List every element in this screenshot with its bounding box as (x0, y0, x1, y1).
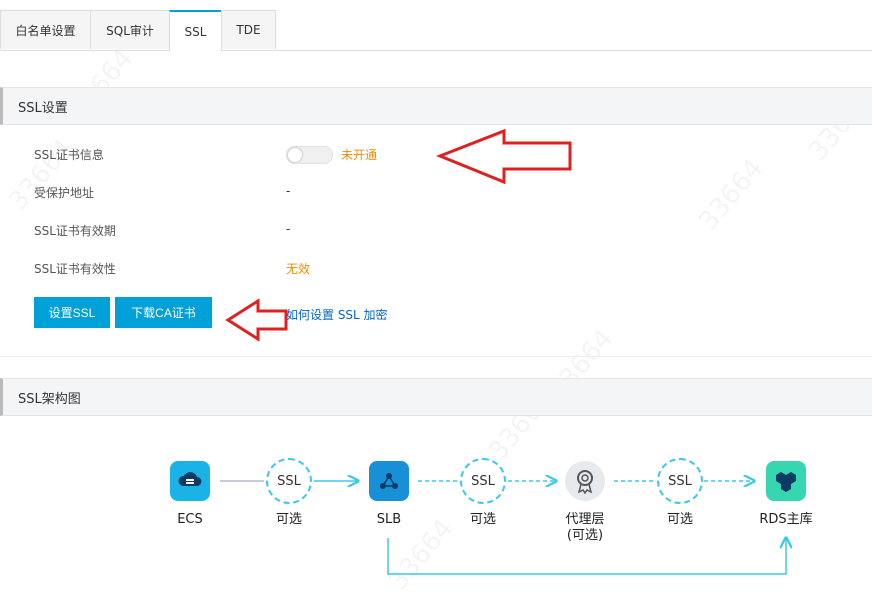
ssl-help-link[interactable]: 如何设置 SSL 加密 (286, 306, 388, 323)
validity-value: 无效 (286, 262, 311, 276)
annotation-arrow-toggle (436, 128, 572, 185)
protected-address-label: 受保护地址 (34, 186, 95, 200)
architecture-connectors (220, 440, 872, 575)
optional-label: 可选 (469, 512, 496, 527)
download-ca-button[interactable]: 下载CA证书 (115, 297, 212, 328)
section-divider (0, 356, 872, 357)
ssl-node: SSL (460, 458, 506, 504)
section-title: SSL架构图 (18, 391, 81, 407)
annotation-arrow-download (225, 298, 288, 342)
optional-label: 可选 (275, 512, 302, 527)
watermark: 33664 (693, 154, 769, 237)
cert-status: 未开通 (341, 148, 378, 162)
slb-label: SLB (376, 512, 402, 527)
section-title: SSL设置 (18, 100, 68, 116)
toggle-knob (288, 148, 302, 162)
tab-label: SSL (184, 24, 207, 39)
tab-sql-audit[interactable]: SQL审计 (90, 10, 170, 49)
ssl-architecture-header: SSL架构图 (0, 378, 872, 416)
slb-icon (369, 461, 409, 501)
tab-tde[interactable]: TDE (221, 10, 276, 49)
tab-label: SQL审计 (106, 23, 154, 38)
proxy-label: 代理层 (可选) (545, 512, 625, 544)
ssl-node: SSL (266, 458, 312, 504)
setup-ssl-button[interactable]: 设置SSL (34, 297, 110, 328)
optional-label: 可选 (666, 512, 693, 527)
proxy-label-line2: (可选) (566, 528, 604, 543)
tab-bar: 白名单设置 SQL审计 SSL TDE (0, 10, 872, 51)
rds-label: RDS主库 (759, 512, 813, 527)
tab-label: 白名单设置 (15, 23, 76, 38)
cert-info-label: SSL证书信息 (34, 148, 104, 162)
ssl-toggle[interactable] (286, 146, 333, 164)
ssl-node: SSL (657, 458, 703, 504)
tab-label: TDE (236, 23, 261, 37)
proxy-icon (565, 461, 605, 501)
ecs-icon (170, 461, 210, 501)
tab-whitelist[interactable]: 白名单设置 (0, 10, 91, 49)
proxy-label-line1: 代理层 (565, 512, 605, 527)
tab-ssl[interactable]: SSL (169, 10, 222, 51)
protected-address-value: - (286, 184, 291, 198)
rds-icon (766, 461, 806, 501)
validity-label: SSL证书有效性 (34, 262, 116, 276)
ecs-label: ECS (177, 512, 203, 527)
validity-period-label: SSL证书有效期 (34, 224, 116, 238)
ssl-settings-header: SSL设置 (0, 87, 872, 125)
validity-period-value: - (286, 222, 291, 236)
